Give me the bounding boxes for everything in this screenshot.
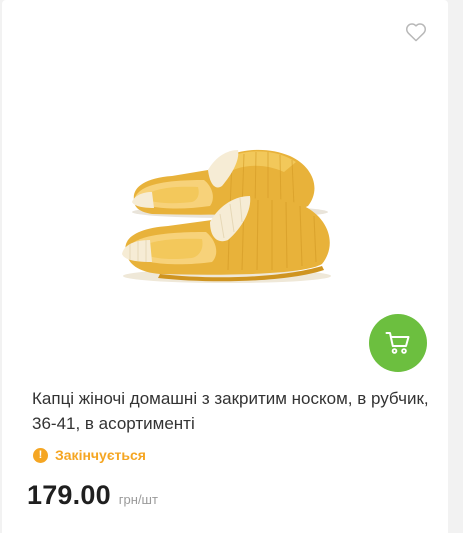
price-value: 179.00 <box>27 480 111 510</box>
favorite-button[interactable] <box>404 20 428 44</box>
price: 179.00 грн/шт <box>27 480 158 511</box>
product-image[interactable] <box>112 140 344 295</box>
price-unit: грн/шт <box>118 492 158 507</box>
heart-outline-icon <box>406 23 426 42</box>
product-title[interactable]: Капці жіночі домашні з закритим носком, … <box>32 386 432 436</box>
stock-status: ! Закінчується <box>33 447 146 463</box>
product-card[interactable]: Капці жіночі домашні з закритим носком, … <box>2 0 448 533</box>
exclamation-circle-icon: ! <box>33 447 48 463</box>
stock-status-label: Закінчується <box>55 447 146 463</box>
add-to-cart-button[interactable] <box>369 314 427 372</box>
cart-icon <box>385 332 410 354</box>
